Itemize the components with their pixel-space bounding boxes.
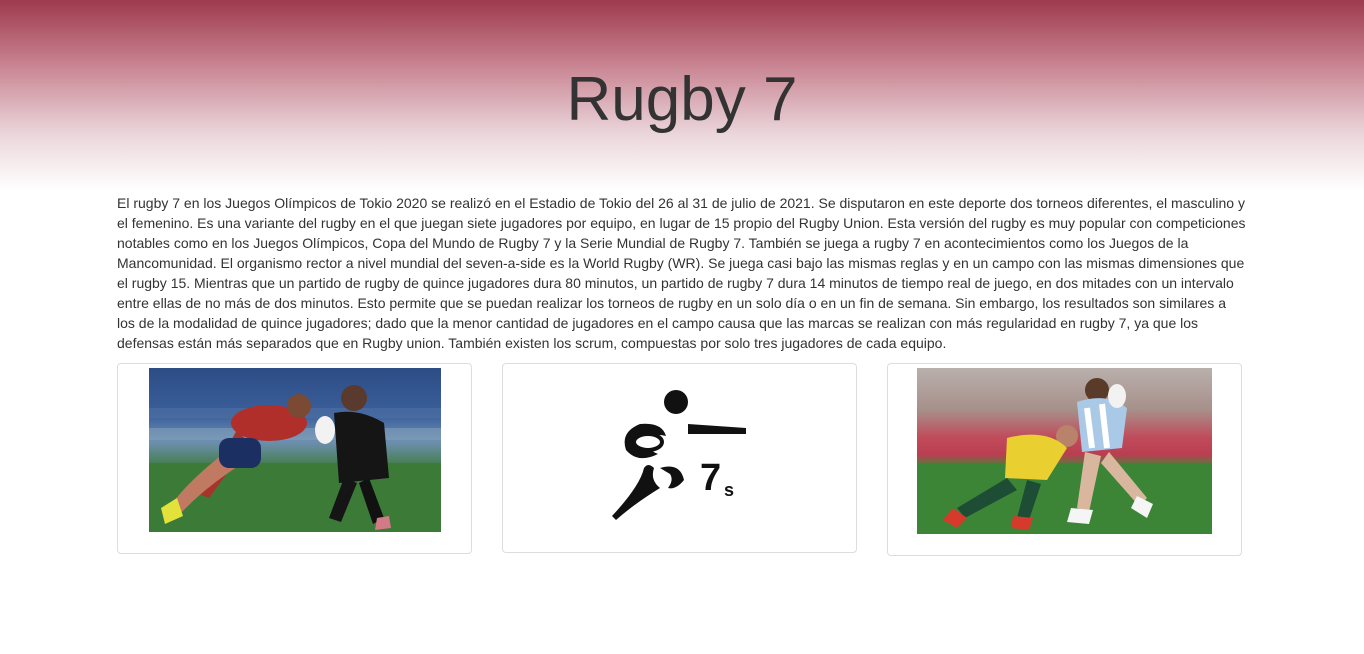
image-card: [887, 363, 1242, 556]
rugby-sevens-pictogram: 7 s: [611, 390, 746, 520]
logo-seven: 7: [700, 457, 721, 499]
image-cards: 7 s: [117, 363, 1247, 556]
women-rugby-match-photo: [148, 368, 441, 532]
logo-s: s: [724, 480, 734, 500]
page-title: Rugby 7: [566, 65, 798, 134]
intro-paragraph: El rugby 7 en los Juegos Olímpicos de To…: [117, 195, 1246, 351]
main-content: El rugby 7 en los Juegos Olímpicos de To…: [117, 193, 1247, 556]
image-card: 7 s: [502, 363, 857, 553]
page-header: Rugby 7: [0, 0, 1364, 190]
photo-illustration: [148, 385, 441, 532]
men-rugby-tackle-photo: [917, 368, 1212, 534]
image-card: [117, 363, 472, 554]
photo-illustration: [917, 378, 1212, 534]
